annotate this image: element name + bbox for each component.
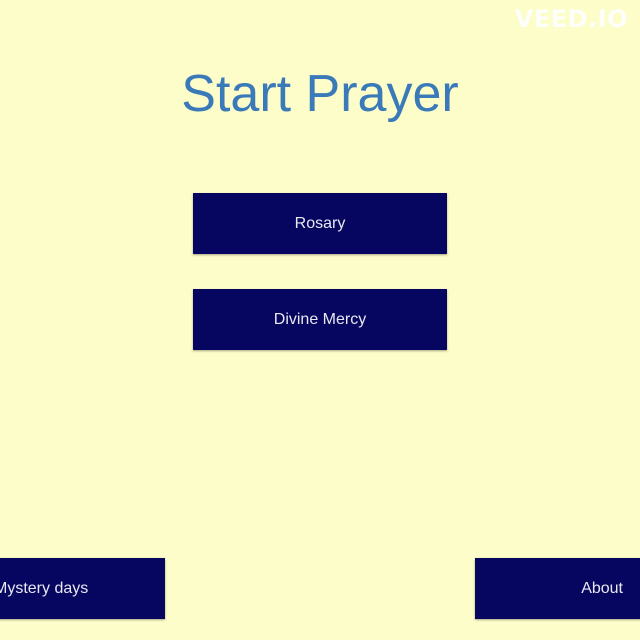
mystery-days-button[interactable]: Mystery days <box>0 558 165 619</box>
mystery-days-button-label: Mystery days <box>0 579 89 597</box>
divine-mercy-button[interactable]: Divine Mercy <box>193 289 447 350</box>
divine-mercy-button-label: Divine Mercy <box>273 310 367 328</box>
start-prayer-screen: VEED.IO Start Prayer Rosary Divine Mercy… <box>0 0 640 640</box>
veed-watermark: VEED.IO <box>514 5 628 33</box>
rosary-button-label: Rosary <box>294 214 346 232</box>
page-title: Start Prayer <box>181 65 459 123</box>
about-button[interactable]: About <box>475 558 640 619</box>
rosary-button[interactable]: Rosary <box>193 193 447 254</box>
about-button-label: About <box>581 579 623 597</box>
